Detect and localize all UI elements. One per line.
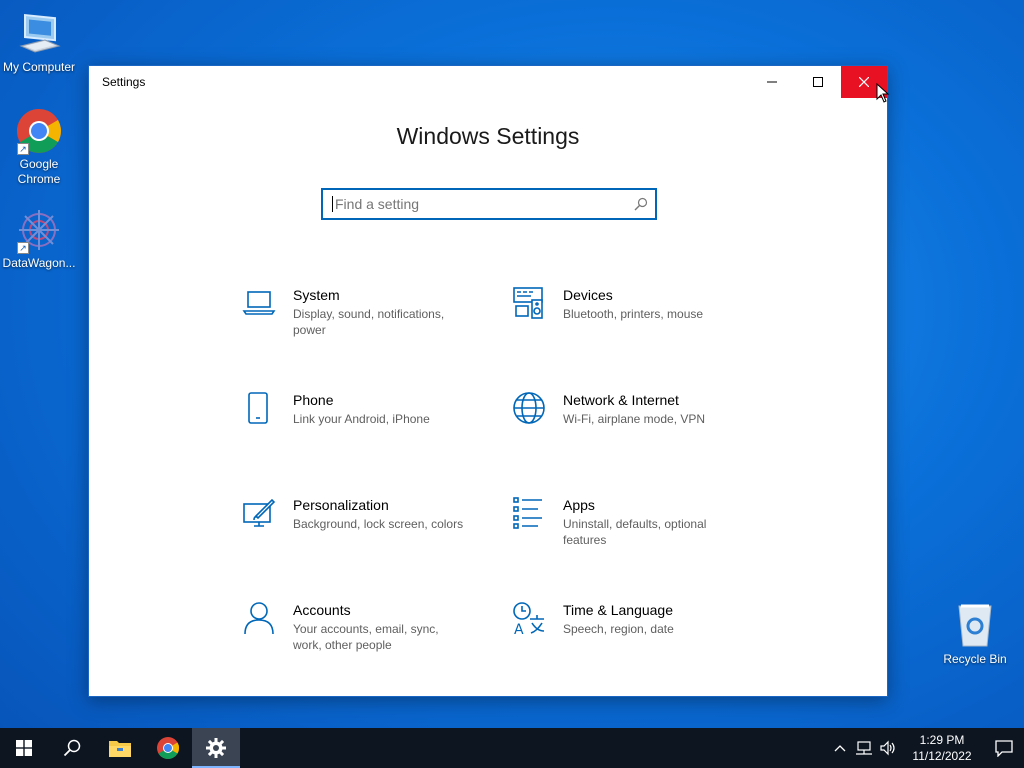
tile-description: Uninstall, defaults, optional features: [563, 517, 707, 547]
page-title: Windows Settings: [396, 123, 580, 149]
time-language-icon: A: [512, 601, 546, 638]
tile-description: Speech, region, date: [563, 622, 674, 636]
phone-icon: [242, 391, 276, 425]
desktop-icon-label: Recycle Bin: [943, 652, 1007, 666]
desktop-icon-my-computer[interactable]: My Computer: [1, 10, 77, 75]
tile-description: Your accounts, email, sync, work, other …: [293, 622, 439, 652]
chrome-icon: ↗: [15, 107, 63, 155]
mouse-cursor-icon: [876, 82, 890, 108]
computer-icon: [15, 10, 63, 58]
chevron-up-icon: [834, 745, 846, 752]
tile-description: Background, lock screen, colors: [293, 517, 464, 531]
tile-phone[interactable]: Phone Link your Android, iPhone: [242, 391, 472, 427]
notification-icon: [995, 740, 1013, 757]
maximize-icon: [813, 77, 823, 87]
recycle-bin-icon: [953, 600, 997, 648]
tile-personalization[interactable]: Personalization Background, lock screen,…: [242, 496, 472, 532]
tile-name: Apps: [563, 497, 595, 513]
tile-name: Network & Internet: [563, 392, 679, 408]
taskbar: 1:29 PM 11/12/2022: [0, 728, 1024, 768]
desktop-icon-label: My Computer: [2, 60, 76, 74]
tile-accounts[interactable]: Accounts Your accounts, email, sync, wor…: [242, 601, 472, 653]
tile-time-language[interactable]: A Time & Language Speech, region, date: [512, 601, 742, 638]
apps-list-icon: [512, 496, 546, 530]
network-icon: [856, 741, 872, 755]
settings-window: Settings Windows Settings Find a setting…: [88, 65, 888, 697]
search-box[interactable]: [321, 188, 657, 220]
clock-date: 11/12/2022: [912, 749, 972, 763]
chrome-icon: [157, 737, 179, 759]
folder-icon: [109, 741, 131, 757]
gear-icon: [206, 738, 226, 758]
network-tray-button[interactable]: [852, 740, 876, 756]
tile-name: Phone: [293, 392, 334, 408]
clock-time: 1:29 PM: [919, 733, 965, 747]
action-center-button[interactable]: [984, 739, 1024, 757]
system-tray: 1:29 PM 11/12/2022: [828, 728, 1024, 768]
show-hidden-icons-button[interactable]: [828, 744, 852, 752]
tile-devices[interactable]: Devices Bluetooth, printers, mouse: [512, 286, 742, 322]
tile-system[interactable]: System Display, sound, notifications, po…: [242, 286, 472, 338]
datawagon-icon: ↗: [15, 206, 63, 254]
start-button[interactable]: [0, 728, 48, 768]
desktop-icon-recycle-bin[interactable]: Recycle Bin: [940, 600, 1010, 666]
search-icon: [63, 739, 81, 757]
windows-logo-icon: [16, 740, 32, 756]
desktop-icon-google-chrome[interactable]: ↗ Google Chrome: [1, 107, 77, 187]
globe-icon: [512, 391, 546, 425]
volume-tray-button[interactable]: [876, 740, 900, 756]
close-icon: [859, 77, 869, 87]
minimize-icon: [767, 81, 777, 83]
tile-apps[interactable]: Apps Uninstall, defaults, optional featu…: [512, 496, 742, 548]
shortcut-arrow-icon: ↗: [17, 143, 29, 155]
tile-name: Personalization: [293, 497, 389, 513]
maximize-button[interactable]: [795, 66, 841, 98]
tile-description: Bluetooth, printers, mouse: [563, 307, 704, 321]
window-title: Settings: [102, 75, 146, 89]
devices-icon: [512, 286, 546, 320]
speaker-icon: [880, 740, 895, 756]
tile-description: Link your Android, iPhone: [293, 412, 430, 426]
search-input[interactable]: [333, 190, 627, 218]
tile-name: Time & Language: [563, 602, 673, 618]
shortcut-arrow-icon: ↗: [17, 242, 29, 254]
desktop-icon-datawagon[interactable]: ↗ DataWagon...: [1, 206, 77, 271]
svg-text:A: A: [514, 622, 524, 635]
tile-description: Wi-Fi, airplane mode, VPN: [563, 412, 706, 426]
taskbar-chrome[interactable]: [144, 728, 192, 768]
desktop-icon-label: Google Chrome: [17, 157, 61, 186]
tile-network-internet[interactable]: Network & Internet Wi-Fi, airplane mode,…: [512, 391, 742, 427]
taskbar-search-button[interactable]: [48, 728, 96, 768]
desktop-icon-label: DataWagon...: [2, 256, 76, 270]
person-icon: [242, 601, 276, 635]
taskbar-file-explorer[interactable]: [96, 728, 144, 768]
paint-icon: [242, 496, 276, 530]
search-icon[interactable]: [627, 197, 655, 211]
laptop-icon: [242, 286, 276, 320]
tile-description: Display, sound, notifications, power: [293, 307, 445, 337]
taskbar-settings[interactable]: [192, 728, 240, 768]
minimize-button[interactable]: [749, 66, 795, 98]
clock[interactable]: 1:29 PM 11/12/2022: [906, 732, 978, 764]
title-bar[interactable]: Settings: [89, 66, 887, 98]
tile-name: Accounts: [293, 602, 351, 618]
tile-name: System: [293, 287, 340, 303]
tile-name: Devices: [563, 287, 613, 303]
